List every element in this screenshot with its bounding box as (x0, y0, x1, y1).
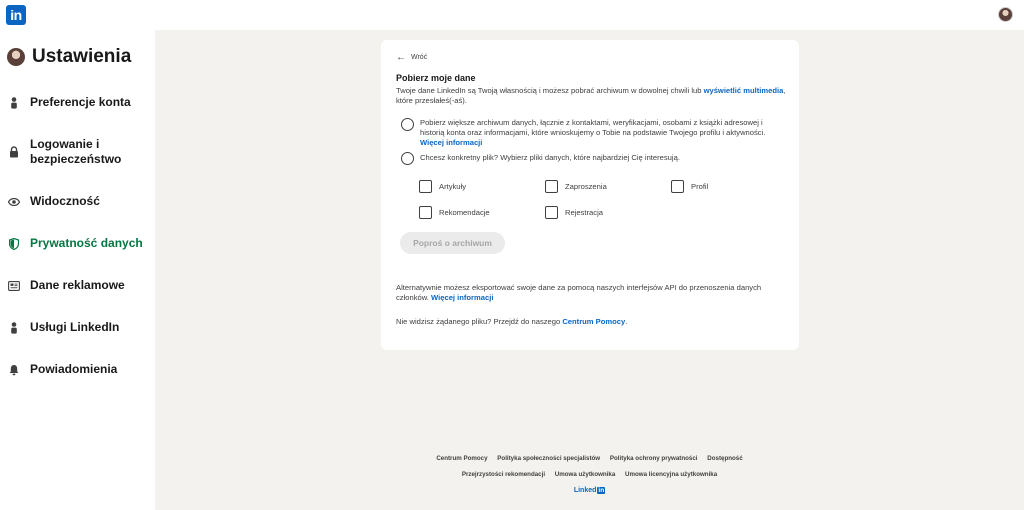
sidebar-item-label: Widoczność (30, 194, 100, 208)
footer-link[interactable]: Umowa licencyjna użytkownika (625, 471, 717, 478)
arrow-left-icon: ← (396, 52, 406, 63)
alternative-api-text: Alternatywnie możesz eksportować swoje d… (396, 283, 781, 303)
view-media-link[interactable]: wyświetlić multimedia (704, 86, 784, 95)
checkbox-zaproszenia[interactable]: Zaproszenia (545, 180, 607, 193)
person-icon (8, 321, 20, 334)
top-bar: in (0, 0, 1024, 30)
sidebar-item-label: Prywatność danych (30, 236, 143, 250)
linkedin-logo[interactable]: in (6, 5, 26, 25)
eye-icon (8, 196, 20, 208)
help-text: Nie widzisz żądanego pliku? Przejdź do n… (396, 317, 627, 326)
sidebar-header: Ustawienia (7, 46, 131, 68)
footer-links-row-1: Centrum Pomocy Polityka społeczności spe… (155, 455, 1024, 462)
checkbox-label: Rejestracja (565, 208, 603, 217)
shield-icon (8, 237, 20, 250)
checkbox-box[interactable] (545, 206, 558, 219)
sidebar-item-preferencje-konta[interactable]: Preferencje konta (0, 95, 155, 110)
checkbox-label: Zaproszenia (565, 182, 607, 191)
checkbox-box[interactable] (671, 180, 684, 193)
profile-avatar (7, 48, 25, 66)
card-title: Pobierz moje dane (396, 73, 476, 83)
option-full-text: Pobierz większe archiwum danych, łącznie… (420, 118, 785, 148)
sidebar-item-powiadomienia[interactable]: Powiadomienia (0, 362, 155, 377)
footer-link[interactable]: Umowa użytkownika (555, 471, 616, 478)
footer: Centrum Pomocy Polityka społeczności spe… (155, 455, 1024, 494)
newspaper-icon (8, 280, 20, 292)
sidebar-item-label: Logowanie i bezpieczeństwo (30, 137, 122, 166)
checkbox-label: Artykuły (439, 182, 467, 191)
checkbox-box[interactable] (419, 206, 432, 219)
intro-body: Twoje dane LinkedIn są Twoją własnością … (396, 86, 704, 95)
option-full-body: Pobierz większe archiwum danych, łącznie… (420, 118, 766, 137)
sidebar-item-label: Usługi LinkedIn (30, 320, 120, 334)
checkbox-profil[interactable]: Profil (671, 180, 708, 193)
more-info-link[interactable]: Więcej informacji (431, 293, 493, 302)
checkbox-rekomendacje[interactable]: Rekomendacje (419, 206, 490, 219)
checkbox-label: Rekomendacje (439, 208, 490, 217)
radio-full-archive[interactable] (401, 118, 414, 131)
checkbox-box[interactable] (419, 180, 432, 193)
sidebar-item-widocznosc[interactable]: Widoczność (0, 194, 155, 209)
intro-text: Twoje dane LinkedIn są Twoją własnością … (396, 86, 786, 106)
lock-icon (8, 146, 20, 158)
footer-link[interactable]: Dostępność (707, 455, 742, 462)
checkbox-artykuly[interactable]: Artykuły (419, 180, 466, 193)
option-specific-files[interactable]: Chcesz konkretny plik? Wybierz pliki dan… (401, 152, 785, 165)
help-tail: . (625, 317, 628, 326)
footer-linkedin-logo: Linked in (155, 487, 1024, 494)
footer-link[interactable]: Polityka ochrony prywatności (610, 455, 698, 462)
page-title: Ustawienia (32, 46, 132, 67)
settings-sidebar: Ustawienia Preferencje konta Logowanie i… (0, 30, 155, 510)
help-body: Nie widzisz żądanego pliku? Przejdź do n… (396, 317, 563, 326)
checkbox-box[interactable] (545, 180, 558, 193)
more-info-link[interactable]: Więcej informacji (420, 138, 482, 147)
bell-icon (8, 364, 20, 376)
brand-in: in (597, 487, 606, 494)
checkbox-label: Profil (691, 182, 709, 191)
footer-link[interactable]: Przejrzystości rekomendacji (462, 471, 545, 478)
request-archive-button[interactable]: Poproś o archiwum (400, 232, 505, 254)
option-full-archive[interactable]: Pobierz większe archiwum danych, łącznie… (401, 118, 785, 148)
download-data-card: ← Wróć Pobierz moje dane Twoje dane Link… (381, 40, 799, 350)
footer-links-row-2: Przejrzystości rekomendacji Umowa użytko… (155, 471, 1024, 478)
sidebar-item-logowanie[interactable]: Logowanie i bezpieczeństwo (0, 137, 155, 167)
avatar[interactable] (998, 7, 1013, 22)
footer-link[interactable]: Centrum Pomocy (436, 455, 487, 462)
sidebar-item-label: Preferencje konta (30, 95, 131, 109)
sidebar-item-label: Dane reklamowe (30, 278, 125, 292)
sidebar-item-prywatnosc-danych[interactable]: Prywatność danych (0, 236, 155, 251)
person-icon (8, 96, 20, 109)
option-specific-text: Chcesz konkretny plik? Wybierz pliki dan… (420, 153, 680, 162)
brand-text: Linked (573, 487, 597, 494)
back-link[interactable]: ← Wróć (396, 52, 428, 63)
radio-specific-files[interactable] (401, 152, 414, 165)
sidebar-item-label: Powiadomienia (30, 362, 118, 376)
footer-link[interactable]: Polityka społeczności specjalistów (497, 455, 600, 462)
checkbox-rejestracja[interactable]: Rejestracja (545, 206, 603, 219)
back-label: Wróć (411, 54, 428, 61)
sidebar-item-uslugi-linkedin[interactable]: Usługi LinkedIn (0, 320, 155, 335)
help-center-link[interactable]: Centrum Pomocy (562, 317, 625, 326)
sidebar-item-dane-reklamowe[interactable]: Dane reklamowe (0, 278, 155, 293)
